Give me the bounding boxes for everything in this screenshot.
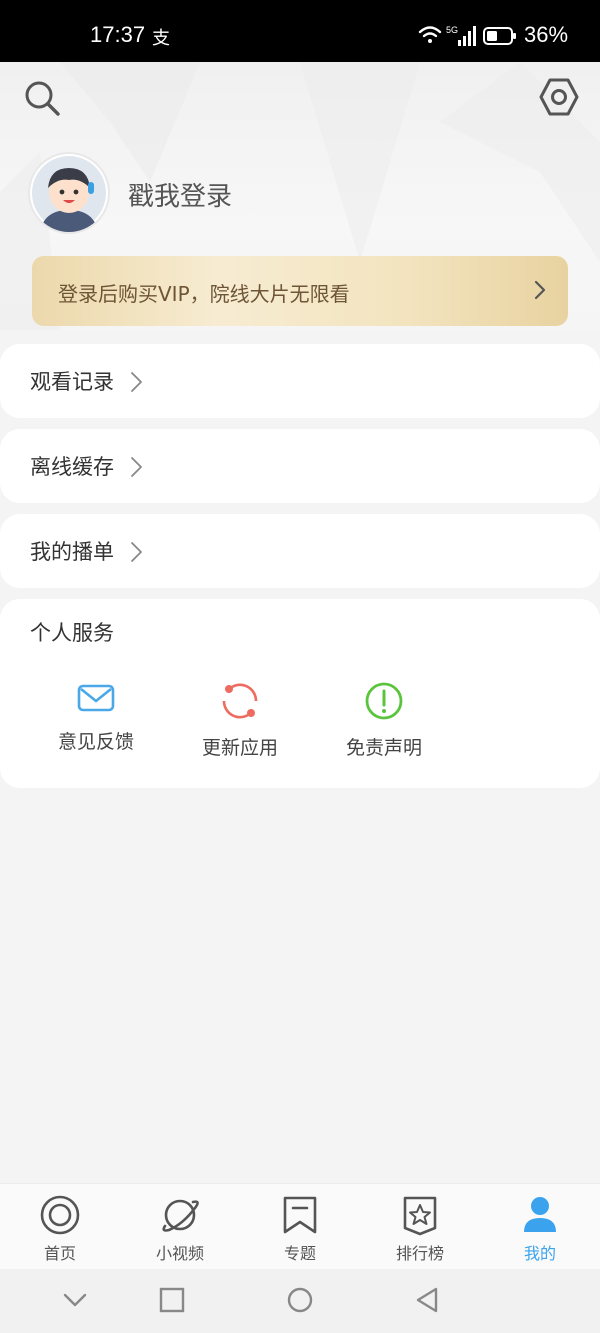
menu-item-my-playlist[interactable]: 我的播单 bbox=[0, 514, 600, 588]
system-navigation-bar bbox=[0, 1269, 600, 1333]
service-update-app[interactable]: 更新应用 bbox=[185, 681, 295, 760]
nav-topics[interactable]: 专题 bbox=[240, 1194, 360, 1264]
service-label: 意见反馈 bbox=[57, 731, 134, 753]
vip-banner-text: 登录后购买VIP，院线大片无限看 bbox=[58, 282, 350, 306]
service-label: 免责声明 bbox=[345, 737, 422, 759]
menu-item-watch-history[interactable]: 观看记录 bbox=[0, 344, 600, 418]
nav-label: 我的 bbox=[523, 1244, 556, 1263]
network-type: 5G bbox=[446, 25, 458, 35]
nav-label: 专题 bbox=[283, 1244, 316, 1263]
service-label: 更新应用 bbox=[201, 737, 278, 759]
menu-item-label: 离线缓存 bbox=[30, 455, 114, 479]
signal-icons: 5G bbox=[418, 25, 516, 46]
nav-label: 排行榜 bbox=[395, 1244, 444, 1263]
avatar-cartoon-icon bbox=[32, 156, 106, 232]
wifi-icon bbox=[418, 26, 442, 43]
services-title: 个人服务 bbox=[30, 621, 114, 645]
planet-icon bbox=[162, 1199, 199, 1232]
nav-home[interactable]: 首页 bbox=[0, 1194, 120, 1264]
back-icon[interactable] bbox=[414, 1285, 440, 1315]
star-badge-icon bbox=[403, 1196, 437, 1236]
status-time: 17:37 bbox=[90, 22, 146, 47]
avatar[interactable] bbox=[30, 154, 108, 232]
chevron-right-icon bbox=[131, 372, 142, 392]
menu-item-label: 观看记录 bbox=[30, 370, 114, 394]
nav-mine[interactable]: 我的 bbox=[480, 1194, 600, 1264]
home-circle-icon bbox=[40, 1195, 80, 1235]
nav-short-video[interactable]: 小视频 bbox=[120, 1194, 240, 1264]
nav-label: 小视频 bbox=[155, 1244, 204, 1263]
person-icon bbox=[524, 1197, 556, 1232]
nav-label: 首页 bbox=[43, 1244, 76, 1263]
chevron-right-icon bbox=[534, 280, 546, 300]
bottom-navigation: 首页 小视频 专题 排行榜 我的 bbox=[0, 1183, 600, 1270]
cell-signal-icon bbox=[458, 26, 476, 46]
envelope-icon bbox=[77, 684, 115, 712]
bookmark-icon bbox=[283, 1196, 317, 1234]
nav-ranking[interactable]: 排行榜 bbox=[360, 1194, 480, 1264]
chevron-down-icon[interactable] bbox=[62, 1285, 88, 1315]
exclamation-icon bbox=[365, 682, 403, 720]
vip-banner[interactable]: 登录后购买VIP，院线大片无限看 bbox=[32, 256, 568, 326]
chevron-right-icon bbox=[131, 542, 142, 562]
battery-icon bbox=[483, 27, 516, 45]
refresh-icon bbox=[222, 683, 258, 719]
alipay-icon: 支 bbox=[152, 28, 170, 49]
home-button-icon[interactable] bbox=[286, 1285, 314, 1315]
service-disclaimer[interactable]: 免责声明 bbox=[329, 681, 439, 760]
search-icon[interactable] bbox=[22, 78, 62, 118]
recent-apps-icon[interactable] bbox=[159, 1285, 185, 1315]
status-bar: 17:37 支 5G 36% bbox=[0, 0, 600, 62]
battery-percent: 36% bbox=[524, 22, 569, 47]
personal-services-card: 个人服务 意见反馈 更新应用 免责声明 bbox=[0, 599, 600, 788]
profile-header: 戳我登录 登录后购买VIP，院线大片无限看 bbox=[0, 62, 600, 330]
menu-item-offline-cache[interactable]: 离线缓存 bbox=[0, 429, 600, 503]
chevron-right-icon bbox=[131, 457, 142, 477]
service-feedback[interactable]: 意见反馈 bbox=[41, 681, 151, 754]
settings-hexagon-icon[interactable] bbox=[538, 76, 580, 118]
menu-item-label: 我的播单 bbox=[30, 540, 114, 564]
login-prompt[interactable]: 戳我登录 bbox=[128, 176, 232, 213]
